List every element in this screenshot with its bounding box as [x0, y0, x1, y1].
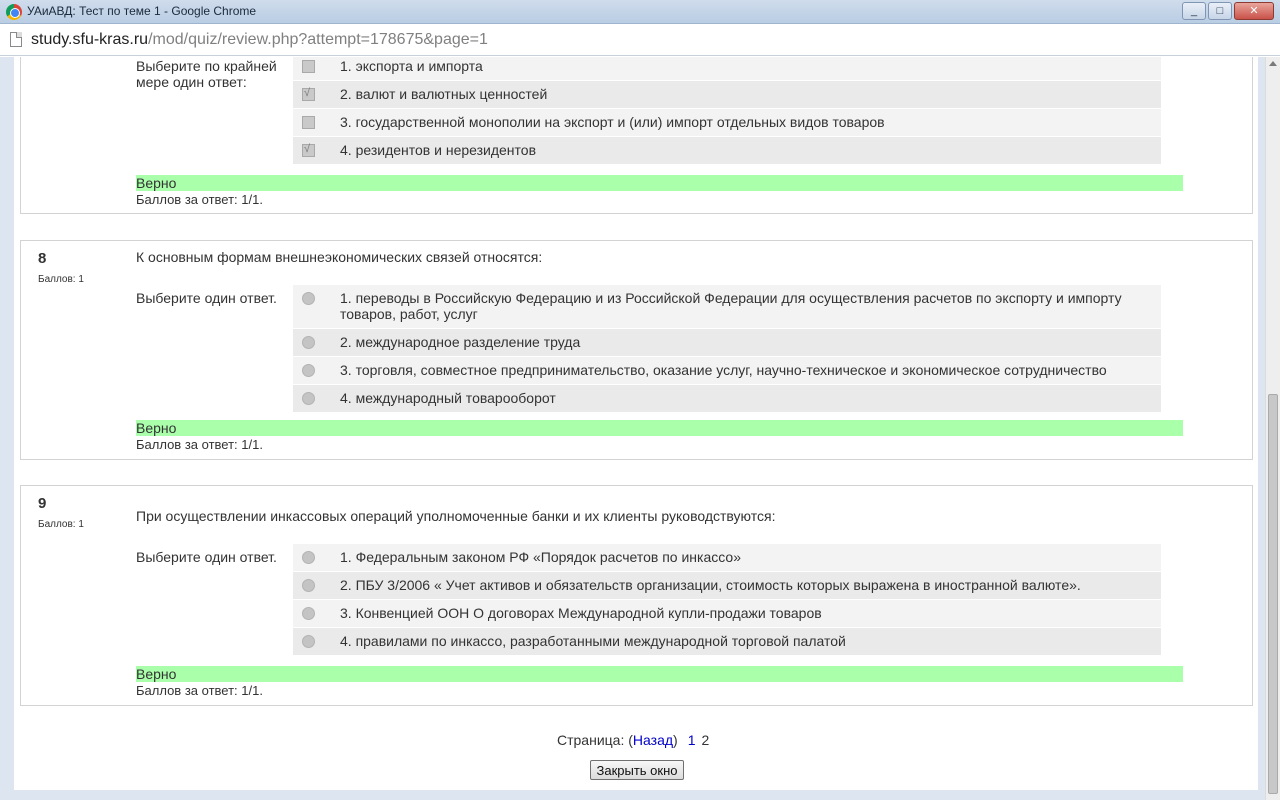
grade-text: Баллов за ответ: 1/1.	[136, 683, 263, 698]
answer-option[interactable]: 1. переводы в Российскую Федерацию и из …	[293, 285, 1161, 329]
address-bar[interactable]: study.sfu-kras.ru/mod/quiz/review.php?at…	[0, 24, 1280, 56]
page-viewport: Выберите по крайней мере один ответ: 1. …	[0, 57, 1265, 800]
maximize-button[interactable]: □	[1208, 2, 1232, 20]
answer-list: 1. переводы в Российскую Федерацию и из …	[293, 285, 1161, 413]
grade-text: Баллов за ответ: 1/1.	[136, 192, 263, 207]
answer-text: 2. валют и валютных ценностей	[340, 86, 548, 102]
question-9: 9 Баллов: 1 При осуществлении инкассовых…	[20, 485, 1253, 706]
radio-button[interactable]	[302, 635, 315, 648]
checkbox[interactable]	[302, 116, 315, 129]
answer-option[interactable]: 2. валют и валютных ценностей	[293, 81, 1161, 109]
question-marks: Баллов: 1	[38, 519, 84, 530]
close-window-page-button[interactable]: Закрыть окно	[590, 760, 684, 780]
answer-text: 4. правилами по инкассо, разработанными …	[340, 633, 846, 649]
answer-text: 4. международный товарооборот	[340, 390, 556, 406]
minimize-button[interactable]: _	[1182, 2, 1206, 20]
url-path: /mod/quiz/review.php?attempt=178675&page…	[148, 31, 488, 48]
answer-option[interactable]: 4. резидентов и нерезидентов	[293, 137, 1161, 165]
answer-text: 2. международное разделение труда	[340, 334, 581, 350]
answer-option[interactable]: 2. ПБУ 3/2006 « Учет активов и обязатель…	[293, 572, 1161, 600]
pagination-close: )	[673, 732, 678, 748]
answer-text: 2. ПБУ 3/2006 « Учет активов и обязатель…	[340, 577, 1081, 593]
scrollbar-thumb[interactable]	[1268, 394, 1278, 794]
back-link[interactable]: Назад	[633, 732, 673, 748]
answer-list: 1. экспорта и импорта 2. валют и валютны…	[293, 57, 1161, 165]
chrome-logo-icon	[6, 4, 22, 20]
vertical-scrollbar[interactable]	[1265, 57, 1280, 800]
grade-text: Баллов за ответ: 1/1.	[136, 437, 263, 452]
feedback-correct: Верно	[136, 666, 1183, 682]
radio-button[interactable]	[302, 364, 315, 377]
answer-option[interactable]: 3. торговля, совместное предпринимательс…	[293, 357, 1161, 385]
answer-text: 1. Федеральным законом РФ «Порядок расче…	[340, 549, 741, 565]
question-text: При осуществлении инкассовых операций уп…	[136, 508, 776, 524]
answer-option[interactable]: 3. Конвенцией ООН О договорах Международ…	[293, 600, 1161, 628]
answer-text: 3. Конвенцией ООН О договорах Международ…	[340, 605, 822, 621]
answer-option[interactable]: 1. экспорта и импорта	[293, 57, 1161, 81]
answer-option[interactable]: 2. международное разделение труда	[293, 329, 1161, 357]
answer-text: 3. торговля, совместное предпринимательс…	[340, 362, 1107, 378]
answer-prompt: Выберите один ответ.	[136, 290, 277, 306]
checkbox-checked[interactable]	[302, 143, 315, 157]
scroll-up-icon[interactable]	[1269, 61, 1277, 66]
answer-text: 1. переводы в Российскую Федерацию и из …	[340, 290, 1122, 322]
answer-option[interactable]: 4. международный товарооборот	[293, 385, 1161, 413]
question-number: 8	[38, 250, 47, 267]
url-host: study.sfu-kras.ru	[31, 31, 149, 48]
pagination: Страница: (Назад) 1 2	[557, 732, 709, 748]
question-marks: Баллов: 1	[38, 274, 84, 285]
radio-button[interactable]	[302, 607, 315, 620]
page-link-1[interactable]: 1	[688, 732, 696, 748]
checkbox[interactable]	[302, 60, 315, 73]
answer-option[interactable]: 1. Федеральным законом РФ «Порядок расче…	[293, 544, 1161, 572]
radio-button[interactable]	[302, 579, 315, 592]
radio-button[interactable]	[302, 392, 315, 405]
feedback-correct: Верно	[136, 175, 1183, 191]
answer-option[interactable]: 4. правилами по инкассо, разработанными …	[293, 628, 1161, 656]
page-current-2: 2	[701, 732, 710, 748]
answer-text: 4. резидентов и нерезидентов	[340, 142, 537, 158]
question-number: 9	[38, 495, 47, 512]
radio-button[interactable]	[302, 551, 315, 564]
question-text: К основным формам внешнеэкономических св…	[136, 249, 543, 265]
window-titlebar: УАиАВД: Тест по теме 1 - Google Chrome _…	[0, 0, 1280, 24]
checkbox-checked[interactable]	[302, 87, 315, 101]
page-icon	[10, 32, 22, 47]
close-window-button[interactable]: ✕	[1234, 2, 1274, 20]
feedback-correct: Верно	[136, 420, 1183, 436]
answer-list: 1. Федеральным законом РФ «Порядок расче…	[293, 544, 1161, 656]
pagination-label: Страница: (	[557, 732, 633, 748]
radio-button[interactable]	[302, 292, 315, 305]
radio-button[interactable]	[302, 336, 315, 349]
answer-text: 3. государственной монополии на экспорт …	[340, 114, 885, 130]
answer-prompt: Выберите по крайней мере один ответ:	[136, 58, 277, 90]
url-text[interactable]: study.sfu-kras.ru/mod/quiz/review.php?at…	[31, 31, 488, 49]
window-title: УАиАВД: Тест по теме 1 - Google Chrome	[27, 4, 257, 18]
answer-option[interactable]: 3. государственной монополии на экспорт …	[293, 109, 1161, 137]
question-7: Выберите по крайней мере один ответ: 1. …	[20, 57, 1253, 214]
answer-text: 1. экспорта и импорта	[340, 58, 483, 74]
window-controls: _ □ ✕	[1182, 2, 1274, 20]
answer-prompt: Выберите один ответ.	[136, 549, 277, 565]
question-8: 8 Баллов: 1 К основным формам внешнеэкон…	[20, 240, 1253, 460]
